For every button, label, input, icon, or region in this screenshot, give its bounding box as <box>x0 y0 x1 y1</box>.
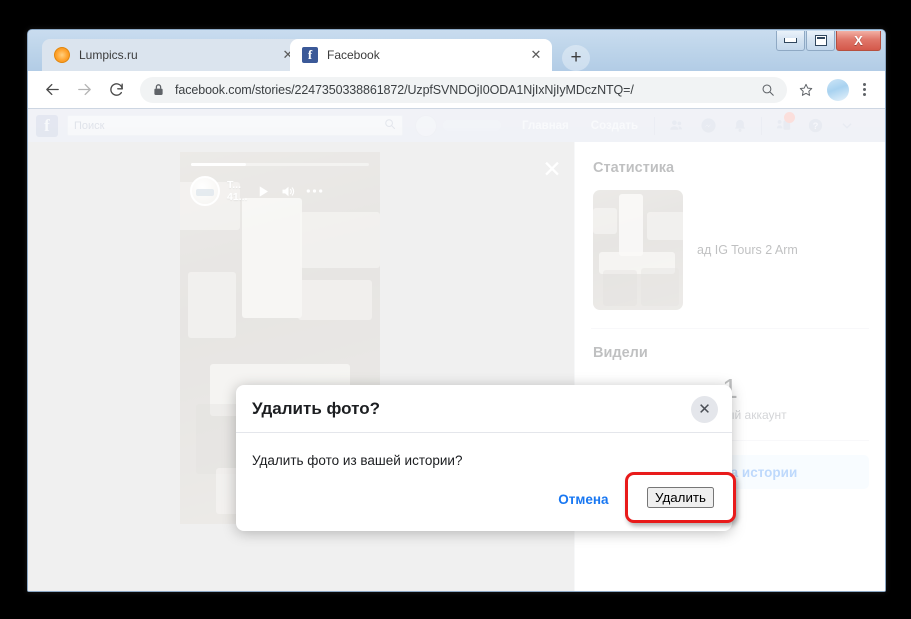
facebook-navbar: f Поиск Главная Создать ? <box>28 109 885 142</box>
page-content: f Поиск Главная Создать ? T... 41... ✕ С… <box>28 109 885 591</box>
tab-strip: Lumpics.ru ✕ f Facebook ✕ + X <box>28 30 885 71</box>
facebook-logo-icon[interactable]: f <box>36 114 58 137</box>
nav-link-home[interactable]: Главная <box>522 120 569 132</box>
statistics-caption: ад IG Tours 2 Arm <box>697 243 798 257</box>
annotation-highlight: Удалить <box>625 472 736 523</box>
story-progress-bar[interactable] <box>191 163 369 166</box>
padlock-icon <box>153 83 167 96</box>
friend-requests-icon[interactable] <box>665 115 687 137</box>
delete-button-highlighted[interactable]: Удалить <box>647 487 714 508</box>
tab-title: Facebook <box>327 48 380 62</box>
statistics-title: Статистика <box>593 160 675 176</box>
story-author-time: 41... <box>227 191 248 203</box>
story-thumbnail[interactable] <box>593 190 683 310</box>
browser-tab-facebook[interactable]: f Facebook ✕ <box>290 39 552 71</box>
ellipsis-icon[interactable] <box>306 188 323 194</box>
cancel-button[interactable]: Отмена <box>550 486 616 513</box>
url-text: facebook.com/stories/2247350338861872/Uz… <box>175 82 634 97</box>
divider <box>591 328 869 329</box>
seen-title: Видели <box>593 345 648 361</box>
close-icon: X <box>854 33 863 48</box>
facebook-search-box[interactable]: Поиск <box>67 115 403 136</box>
help-icon[interactable]: ? <box>804 115 826 137</box>
orange-circle-icon <box>54 47 70 63</box>
notification-badge <box>784 111 796 123</box>
new-tab-button[interactable]: + <box>562 45 590 71</box>
avatar[interactable] <box>190 176 220 206</box>
maximize-icon <box>814 35 827 46</box>
search-icon[interactable] <box>757 83 779 97</box>
kebab-menu-icon[interactable] <box>853 83 875 96</box>
browser-window: Lumpics.ru ✕ f Facebook ✕ + X facebook.c… <box>27 29 886 592</box>
back-button[interactable] <box>38 76 66 104</box>
dialog-title: Удалить фото? <box>252 398 380 418</box>
svg-text:?: ? <box>812 121 818 131</box>
divider <box>761 116 763 135</box>
minimize-button[interactable] <box>776 31 805 51</box>
dialog-header: Удалить фото? ✕ <box>236 385 732 433</box>
facebook-profile-avatar[interactable] <box>415 114 437 137</box>
notifications-icon[interactable] <box>729 115 751 137</box>
facebook-f-icon: f <box>302 47 318 63</box>
browser-tab-lumpics[interactable]: Lumpics.ru ✕ <box>42 39 304 71</box>
window-controls: X <box>775 31 881 52</box>
reload-icon <box>109 83 123 96</box>
close-window-button[interactable]: X <box>836 31 881 51</box>
help-group-icon[interactable] <box>772 111 796 137</box>
tab-close-icon[interactable]: ✕ <box>528 47 544 63</box>
story-author-meta: T... 41... <box>227 179 247 203</box>
statistics-thumbnail-row: ад IG Tours 2 Arm <box>593 190 885 310</box>
chevron-down-icon[interactable] <box>836 115 858 137</box>
forward-button[interactable] <box>70 76 98 104</box>
divider <box>654 116 656 135</box>
search-icon[interactable] <box>384 117 396 135</box>
reload-button[interactable] <box>102 76 130 104</box>
address-bar[interactable]: facebook.com/stories/2247350338861872/Uz… <box>140 76 787 103</box>
maximize-button[interactable] <box>806 31 835 51</box>
dialog-body-text: Удалить фото из вашей истории? <box>252 453 463 468</box>
messenger-icon[interactable] <box>697 115 719 137</box>
search-placeholder: Поиск <box>74 119 105 132</box>
profile-avatar-icon[interactable] <box>827 78 849 101</box>
screenshot-root: Lumpics.ru ✕ f Facebook ✕ + X facebook.c… <box>0 0 911 619</box>
close-story-icon[interactable]: ✕ <box>539 156 565 182</box>
story-author-name: T... <box>227 179 242 191</box>
tab-title: Lumpics.ru <box>79 48 138 62</box>
volume-icon[interactable] <box>280 184 297 199</box>
story-progress-fill <box>191 163 247 166</box>
back-arrow-icon <box>45 83 59 96</box>
forward-arrow-icon <box>77 83 91 96</box>
nav-link-create[interactable]: Создать <box>591 120 638 132</box>
facebook-profile-name[interactable] <box>443 120 501 131</box>
bookmark-star-icon[interactable] <box>793 82 819 98</box>
close-icon[interactable]: ✕ <box>691 396 718 423</box>
story-header: T... 41... <box>190 174 372 208</box>
play-icon[interactable] <box>256 184 271 199</box>
minimize-icon <box>784 38 797 43</box>
browser-toolbar: facebook.com/stories/2247350338861872/Uz… <box>28 71 885 109</box>
